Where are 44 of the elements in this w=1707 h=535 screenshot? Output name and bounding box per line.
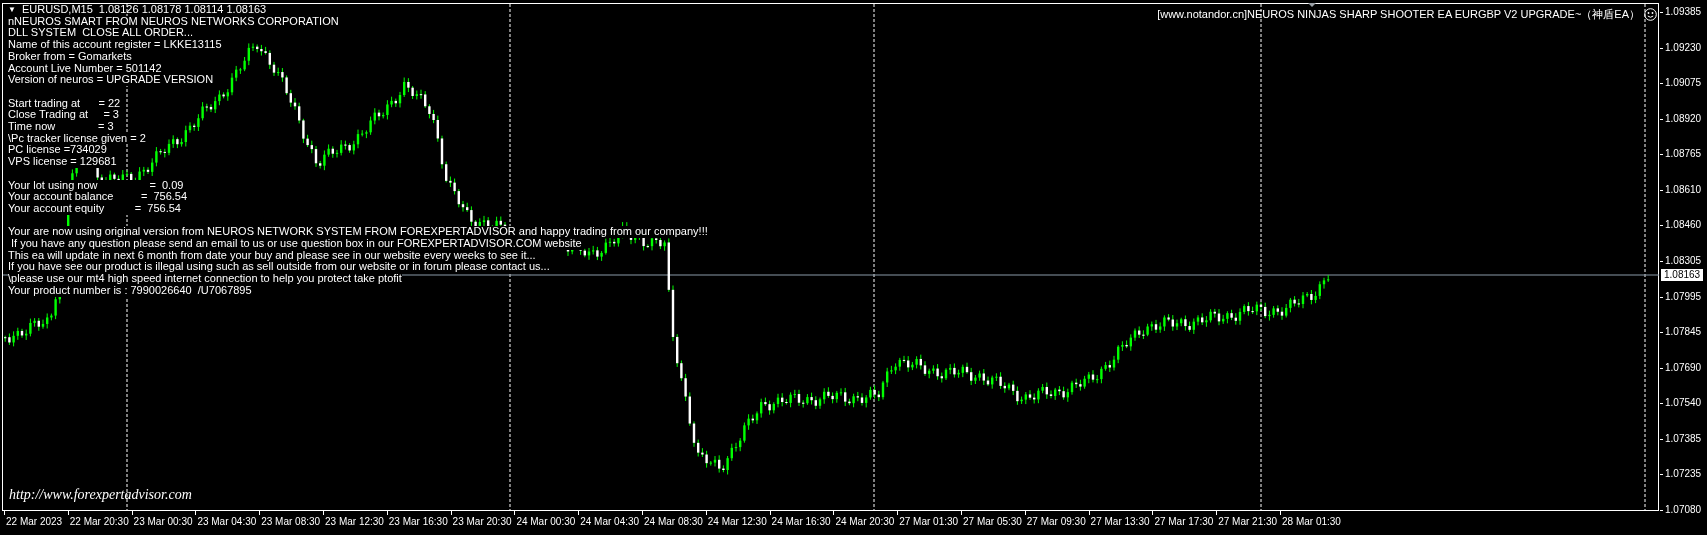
- price-label: 1.09075: [1665, 77, 1702, 90]
- price-label: 1.07080: [1665, 503, 1702, 516]
- time-label: 24 Mar 12:30: [707, 516, 767, 528]
- price-label: 1.08305: [1665, 255, 1702, 267]
- time-label: 27 Mar 09:30: [1026, 516, 1086, 528]
- time-label: 23 Mar 04:30: [197, 516, 257, 528]
- time-label: 23 Mar 12:30: [325, 516, 384, 528]
- time-label: 23 Mar 00:30: [133, 516, 193, 528]
- price-label: 1.08920: [1665, 112, 1702, 125]
- time-label: 28 Mar 01:30: [1282, 516, 1341, 528]
- expert-title: [www.notandor.cn]NEUROS NINJAS SHARP SHOOTER EA EURGBP V2 UPGRADE~（神盾EA）: [1157, 8, 1640, 21]
- dropdown-icon[interactable]: ▼: [8, 4, 16, 16]
- price-label: 1.08460: [1665, 219, 1702, 232]
- time-label: 27 Mar 13:30: [1090, 516, 1150, 528]
- time-label: 23 Mar 20:30: [452, 516, 512, 528]
- time-label: 27 Mar 05:30: [963, 516, 1022, 528]
- time-label: 24 Mar 04:30: [580, 516, 640, 528]
- current-price-label: 1.08163: [1661, 269, 1704, 281]
- price-label: 1.07690: [1665, 361, 1702, 374]
- time-label: 24 Mar 16:30: [771, 516, 831, 528]
- price-label: 1.08610: [1665, 183, 1702, 196]
- time-label: 27 Mar 01:30: [899, 516, 959, 528]
- time-label: 22 Mar 20:30: [69, 516, 129, 528]
- time-label: 27 Mar 21:30: [1218, 516, 1278, 528]
- website-link[interactable]: http://www.forexpertadvisor.com: [9, 487, 192, 502]
- price-label: 1.07845: [1665, 326, 1702, 339]
- price-label: 1.09385: [1665, 6, 1702, 18]
- smiley-icon[interactable]: [1644, 8, 1657, 21]
- time-label: 23 Mar 08:30: [261, 516, 321, 528]
- time-label: 22 Mar 2023: [6, 516, 63, 528]
- time-label: 23 Mar 16:30: [388, 516, 448, 528]
- time-label: 24 Mar 20:30: [835, 516, 895, 528]
- price-label: 1.07385: [1665, 432, 1702, 445]
- symbol-label: EURUSD,M15: [21, 4, 93, 16]
- time-label: 27 Mar 17:30: [1154, 516, 1214, 528]
- time-label: 24 Mar 08:30: [644, 516, 703, 528]
- price-label: 1.07995: [1665, 290, 1702, 303]
- shift-marker-icon[interactable]: [1308, 3, 1316, 7]
- ohlc-prices: 1.08126 1.08178 1.08114 1.08163: [98, 4, 267, 16]
- price-label: 1.07540: [1665, 397, 1702, 410]
- price-label: 1.07235: [1665, 468, 1702, 481]
- price-label: 1.08765: [1665, 148, 1702, 161]
- time-label: 24 Mar 00:30: [516, 516, 576, 528]
- price-label: 1.09230: [1665, 41, 1702, 54]
